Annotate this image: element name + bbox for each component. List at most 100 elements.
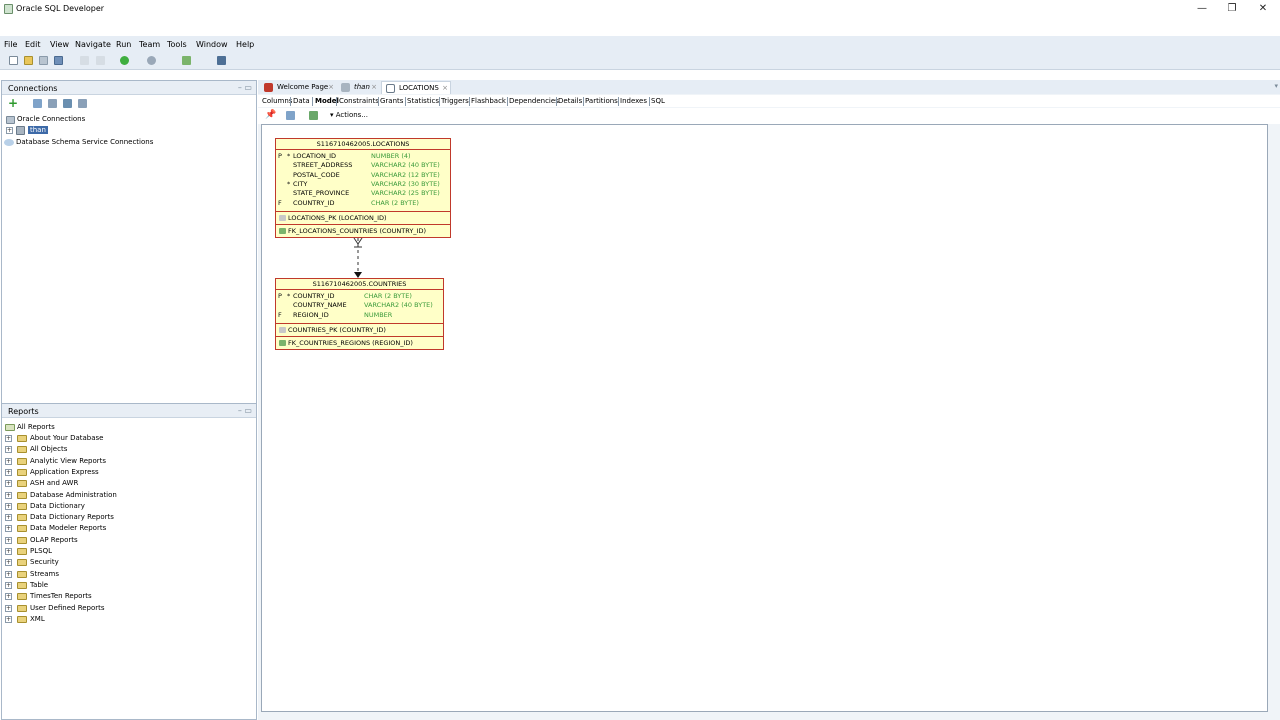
key-label: LOCATIONS_PK (LOCATION_ID) [288,214,387,222]
folder-icon [17,457,27,465]
import-connections-icon[interactable] [78,99,87,108]
menu-window[interactable]: Window [196,40,228,49]
subtab-separator [405,97,406,106]
folder-icon [17,615,27,623]
vertical-scrollbar[interactable] [1268,124,1280,712]
restore-button[interactable]: ❐ [1220,2,1244,16]
expand-icon[interactable]: + [5,536,12,544]
expand-icon[interactable]: + [5,604,12,612]
new-icon[interactable] [9,56,18,65]
menu-file[interactable]: File [4,40,17,49]
expand-icon[interactable]: + [5,468,12,476]
tab-than[interactable]: than × [337,81,379,94]
close-tab-icon[interactable]: × [328,81,334,93]
entity-locations[interactable]: S116710462005.LOCATIONS P * LOCATION_ID NUM… [275,138,451,238]
tab-locations[interactable]: LOCATIONS × [381,81,451,94]
subtab-indexes[interactable]: Indexes [620,97,647,105]
connections-toolbar: + [6,96,256,110]
menu-view[interactable]: View [50,40,69,49]
column-name: COUNTRY_ID [293,198,335,207]
close-tab-icon[interactable]: × [371,81,377,93]
filter-icon[interactable] [48,99,57,108]
subtab-columns[interactable]: Columns [262,97,292,105]
subtab-partitions[interactable]: Partitions [585,97,618,105]
entity-countries[interactable]: S116710462005.COUNTRIES P * COUNTRY_ID CHAR… [275,278,444,350]
object-subtabs: Columns Data Model Constraints Grants St… [258,95,1280,107]
connection-icon [341,83,350,92]
tree-label: Data Modeler Reports [30,524,107,533]
expand-icon[interactable]: + [5,593,12,601]
actions-menu[interactable]: ▾ Actions... [330,111,368,119]
minimize-button[interactable]: — [1190,2,1214,16]
column-type: NUMBER [364,310,393,319]
expand-icon[interactable]: + [5,514,12,522]
model-canvas[interactable]: S116710462005.LOCATIONS P * LOCATION_ID NUM… [261,124,1268,712]
relationship-connector[interactable] [352,238,364,280]
subtab-flashback[interactable]: Flashback [471,97,506,105]
menu-run[interactable]: Run [116,40,131,49]
schema-browser-icon[interactable] [63,99,72,108]
subtab-constraints[interactable]: Constraints [339,97,379,105]
open-icon[interactable] [24,56,33,65]
refresh-icon[interactable] [33,99,42,108]
export-icon[interactable] [309,111,318,120]
menu-tools[interactable]: Tools [167,40,187,49]
expand-icon[interactable]: + [5,491,12,499]
subtab-separator [312,97,313,106]
subtab-data[interactable]: Data [293,97,310,105]
subtab-statistics[interactable]: Statistics [407,97,439,105]
pin-icon[interactable]: 📌 [265,110,276,120]
subtab-grants[interactable]: Grants [380,97,403,105]
expand-icon[interactable]: + [5,502,12,510]
expand-icon[interactable]: + [5,581,12,589]
expand-icon[interactable]: + [5,435,12,442]
subtab-separator [336,97,337,106]
subtab-dependencies[interactable]: Dependencies [509,97,559,105]
main-toolbar [0,52,1280,70]
save-all-icon[interactable] [54,56,63,65]
folder-icon [17,604,27,612]
entity-column: STREET_ADDRESS VARCHAR2 (40 BYTE) [276,161,450,170]
close-tab-icon[interactable]: × [442,82,448,94]
menu-navigate[interactable]: Navigate [75,40,111,49]
tree-label: than [28,126,48,134]
expand-icon[interactable]: + [5,570,12,578]
minimize-pane-icon[interactable]: – ▭ [238,83,252,92]
menu-help[interactable]: Help [236,40,254,49]
subtab-triggers[interactable]: Triggers [441,97,469,105]
redo-icon[interactable] [96,56,105,65]
minimize-pane-icon[interactable]: – ▭ [238,406,252,415]
menu-edit[interactable]: Edit [25,40,41,49]
back-icon[interactable] [120,56,129,65]
forward-icon[interactable] [147,56,156,65]
entity-name: S116710462005.LOCATIONS [276,139,450,150]
save-icon[interactable] [39,56,48,65]
close-button[interactable]: ✕ [1251,2,1275,16]
entity-column: F REGION_ID NUMBER [276,311,443,320]
column-flag: P [278,292,282,300]
add-connection-icon[interactable]: + [8,96,18,110]
expand-icon[interactable]: + [5,559,12,567]
undo-icon[interactable] [80,56,89,65]
oracle-icon [264,83,273,92]
menu-team[interactable]: Team [139,40,160,49]
key-label: COUNTRIES_PK (COUNTRY_ID) [288,326,386,334]
editor-area: Welcome Page × than × LOCATIONS × ▾ Colu… [258,80,1280,720]
expand-icon[interactable]: + [5,446,12,454]
expand-icon[interactable]: + [5,525,12,533]
expand-icon[interactable]: + [5,548,12,555]
refresh-icon[interactable] [286,111,295,120]
sql-worksheet-icon[interactable] [182,56,191,65]
tab-list-icon[interactable]: ▾ [1274,82,1278,90]
monitor-icon[interactable] [217,56,226,65]
reports-pane: Reports – ▭ All Reports + About Your Data… [1,403,257,720]
expand-icon[interactable]: + [5,615,12,623]
subtab-details[interactable]: Details [558,97,582,105]
expand-icon[interactable]: + [5,457,12,465]
expand-icon[interactable]: + [5,480,12,488]
entity-column: COUNTRY_NAME VARCHAR2 (40 BYTE) [276,301,443,310]
tab-welcome-page[interactable]: Welcome Page × [260,81,336,94]
subtab-sql[interactable]: SQL [651,97,665,105]
expand-icon[interactable]: + [6,127,13,134]
mandatory-marker: * [287,152,291,160]
